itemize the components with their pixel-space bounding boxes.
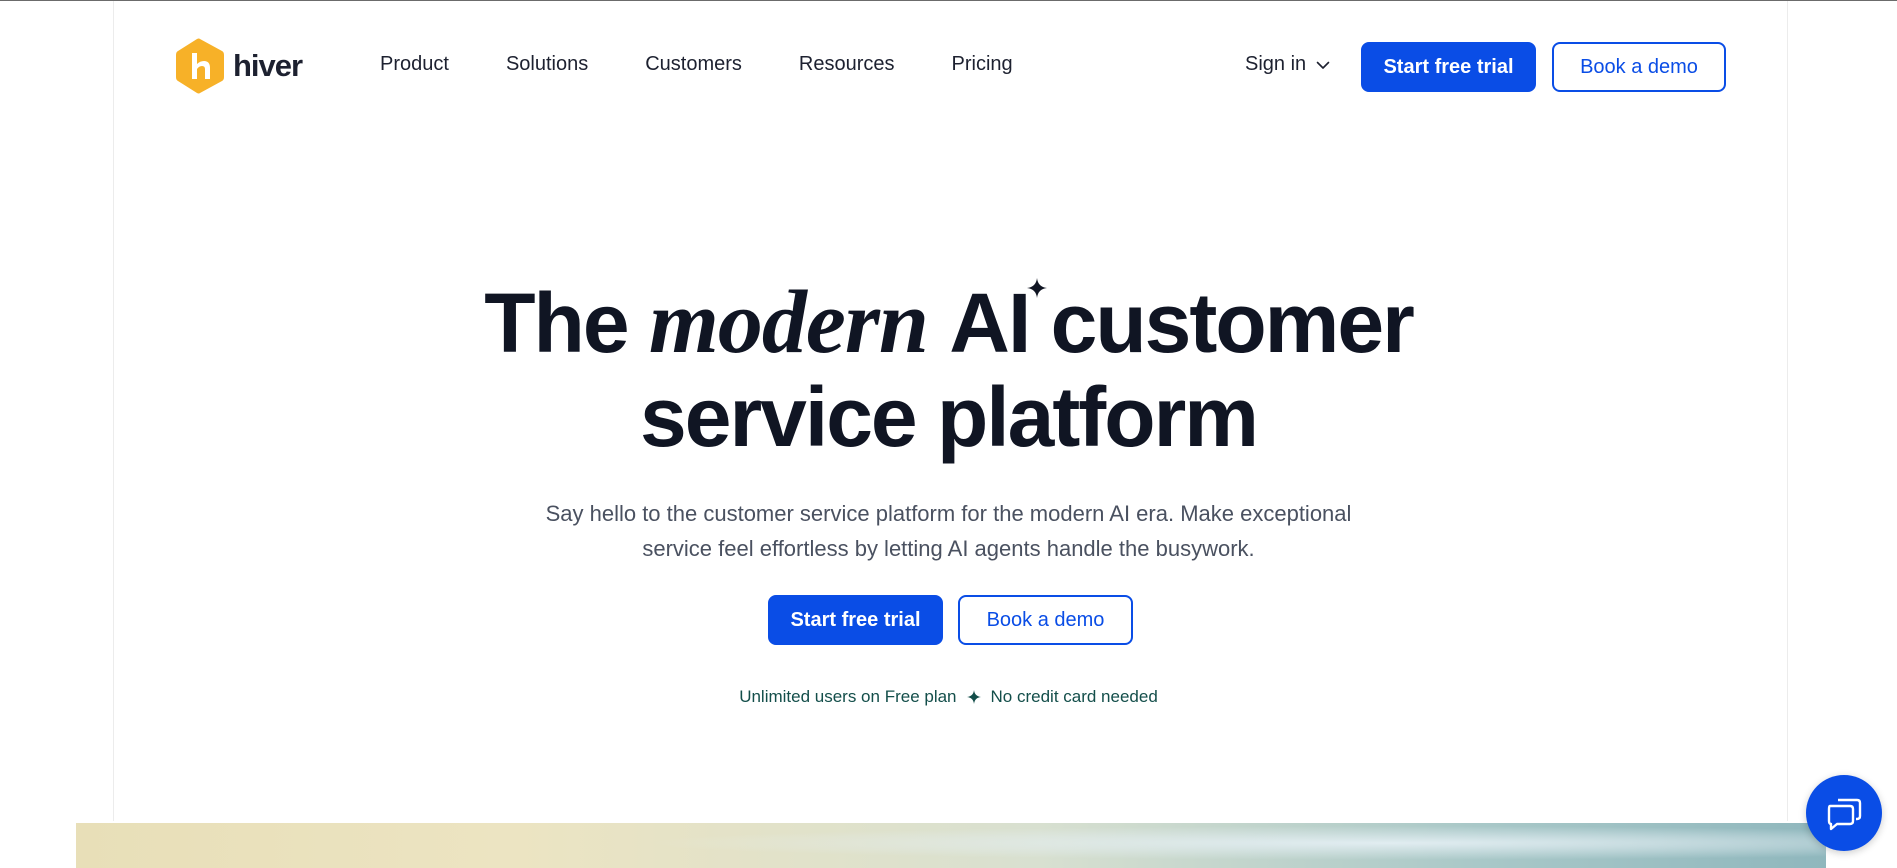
subtitle-line-2: service feel effortless by letting AI ag…: [642, 536, 1255, 561]
hiver-logo-icon: [176, 38, 224, 94]
hero-subtitle: Say hello to the customer service platfo…: [0, 496, 1897, 566]
hero-title: The modern AI customer service platform: [0, 273, 1897, 465]
main-nav: Product Solutions Customers Resources Pr…: [380, 53, 1013, 76]
hero-image-band: [76, 823, 1826, 868]
header-book-demo-button[interactable]: Book a demo: [1552, 42, 1726, 92]
logo-text: hiver: [233, 48, 303, 83]
sparkle-icon: [1027, 278, 1048, 298]
nav-item-pricing[interactable]: Pricing: [952, 53, 1013, 76]
sparkle-icon: [966, 690, 981, 704]
title-word-modern: modern: [648, 273, 929, 372]
nav-item-resources[interactable]: Resources: [799, 53, 895, 76]
note-unlimited-users: Unlimited users on Free plan: [739, 687, 957, 706]
title-word-ai: AI: [949, 276, 1031, 370]
site-header: hiver Product Solutions Customers Resour…: [0, 1, 1897, 131]
title-line-2: service platform: [640, 370, 1259, 464]
chat-widget-button[interactable]: [1806, 775, 1882, 851]
nav-item-product[interactable]: Product: [380, 53, 449, 76]
title-word-customer: customer: [1050, 276, 1415, 370]
note-no-credit-card: No credit card needed: [990, 687, 1158, 706]
hiver-logo-link[interactable]: hiver: [175, 38, 303, 94]
page: hiver Product Solutions Customers Resour…: [0, 0, 1897, 868]
nav-item-customers[interactable]: Customers: [645, 53, 742, 76]
chat-bubbles-icon: [1827, 798, 1862, 831]
sign-in-label: Sign in: [1245, 53, 1307, 75]
title-word-ai-wrap: AI: [949, 276, 1048, 370]
nav-item-solutions[interactable]: Solutions: [506, 53, 588, 76]
chevron-down-icon: [1316, 61, 1330, 69]
hero-book-demo-button[interactable]: Book a demo: [958, 595, 1133, 645]
subtitle-line-1: Say hello to the customer service platfo…: [545, 501, 1352, 526]
sign-in-menu[interactable]: Sign in: [1245, 53, 1330, 76]
title-word-the: The: [484, 276, 629, 370]
trial-note: Unlimited users on Free plan No credit c…: [0, 687, 1897, 707]
header-start-trial-button[interactable]: Start free trial: [1361, 42, 1536, 92]
hero-start-trial-button[interactable]: Start free trial: [768, 595, 943, 645]
